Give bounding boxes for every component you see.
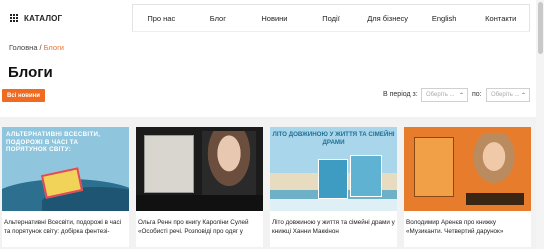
- blog-card-title[interactable]: Альтернативні Всесвіти, подорожі в часі …: [4, 218, 127, 236]
- image-caption-strip: [136, 195, 263, 211]
- all-news-button[interactable]: Всі новини: [2, 89, 45, 102]
- page-title: Блоги: [8, 64, 53, 81]
- date-to-select[interactable]: Оберіть ... ⌃: [486, 88, 530, 102]
- date-to-placeholder: Оберіть ...: [491, 92, 520, 98]
- period-to-label: по:: [472, 91, 482, 98]
- nav-item-events[interactable]: Події: [303, 5, 360, 31]
- main-nav: Про нас Блог Новини Події Для бізнесу En…: [132, 4, 530, 32]
- catalog-label: КАТАЛОГ: [24, 13, 63, 23]
- breadcrumb-separator: /: [39, 43, 42, 52]
- blog-card[interactable]: Ольга Ренн про книгу Кароліни Сулей «Осо…: [136, 127, 263, 247]
- chevron-up-icon: ⌃: [520, 93, 526, 99]
- blog-card-image[interactable]: ЛІТО ДОВЖИНОЮ У ЖИТТЯ ТА СІМЕЙНІ ДРАМИ: [270, 127, 397, 211]
- period-from-label: В період з:: [383, 91, 418, 98]
- nav-item-english[interactable]: English: [416, 5, 473, 31]
- catalog-button[interactable]: КАТАЛОГ: [10, 11, 62, 25]
- blog-card-image-title: ЛІТО ДОВЖИНОЮ У ЖИТТЯ ТА СІМЕЙНІ ДРАМИ: [272, 131, 395, 146]
- blog-card-image[interactable]: [136, 127, 263, 211]
- author-portrait: [464, 133, 524, 195]
- scrollbar[interactable]: [536, 0, 544, 249]
- book-cover-illustration: [414, 137, 454, 197]
- blog-card[interactable]: Володимир Аренєв про книжку «Музиканти. …: [404, 127, 531, 247]
- breadcrumb-current: Блоги: [43, 43, 64, 52]
- nav-item-about[interactable]: Про нас: [133, 5, 190, 31]
- blog-card-image[interactable]: [404, 127, 531, 211]
- breadcrumb: Головна / Блоги: [9, 43, 64, 52]
- image-caption-strip: [466, 193, 524, 205]
- book-cover-illustration: [350, 155, 382, 197]
- nav-item-news[interactable]: Новини: [246, 5, 303, 31]
- image-caption-strip: [270, 199, 397, 211]
- nav-item-contacts[interactable]: Контакти: [472, 5, 529, 31]
- grid-icon: [10, 13, 19, 23]
- book-cover-illustration: [318, 159, 348, 199]
- blog-card-title[interactable]: Літо довжиною у життя та сімейні драми у…: [272, 218, 395, 236]
- blog-card-image[interactable]: АЛЬТЕРНАТИВНІ ВСЕСВІТИ, ПОДОРОЖІ В ЧАСІ …: [2, 127, 129, 211]
- nav-item-business[interactable]: Для бізнесу: [359, 5, 416, 31]
- book-cover-illustration: [144, 135, 194, 193]
- scrollbar-thumb[interactable]: [538, 2, 543, 54]
- author-portrait: [202, 131, 256, 195]
- chevron-up-icon: ⌃: [458, 93, 464, 99]
- site-header: КАТАЛОГ Про нас Блог Новини Події Для бі…: [0, 0, 544, 36]
- blog-card-title[interactable]: Ольга Ренн про книгу Кароліни Сулей «Осо…: [138, 218, 261, 236]
- blog-card-image-title: АЛЬТЕРНАТИВНІ ВСЕСВІТИ, ПОДОРОЖІ В ЧАСІ …: [6, 131, 101, 153]
- nav-item-blog[interactable]: Блог: [190, 5, 247, 31]
- blog-card-title[interactable]: Володимир Аренєв про книжку «Музиканти. …: [406, 218, 529, 236]
- blog-card[interactable]: АЛЬТЕРНАТИВНІ ВСЕСВІТИ, ПОДОРОЖІ В ЧАСІ …: [2, 127, 129, 247]
- breadcrumb-home[interactable]: Головна: [9, 43, 38, 52]
- date-from-select[interactable]: Оберіть ... ⌃: [421, 88, 468, 102]
- blog-card[interactable]: ЛІТО ДОВЖИНОЮ У ЖИТТЯ ТА СІМЕЙНІ ДРАМИ Л…: [270, 127, 397, 247]
- date-from-placeholder: Оберіть ...: [426, 92, 455, 98]
